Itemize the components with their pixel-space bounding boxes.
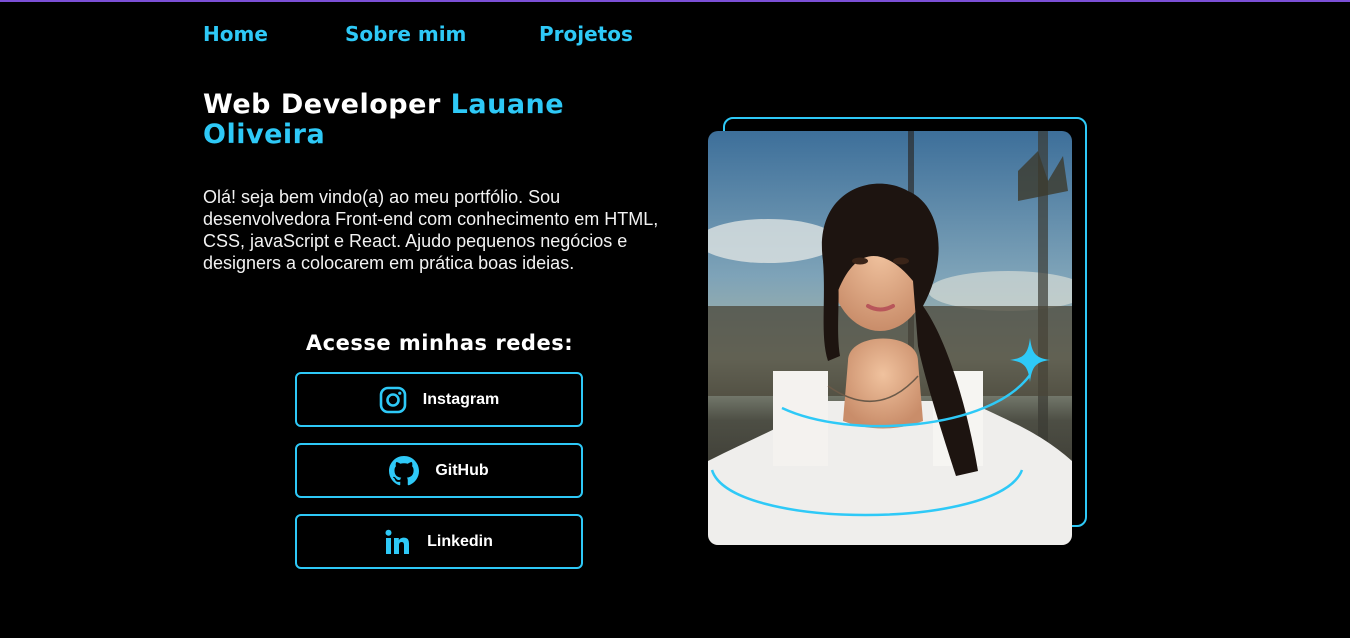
title-prefix: Web Developer xyxy=(203,89,441,120)
socials-heading: Acesse minhas redes: xyxy=(305,331,574,355)
linkedin-icon xyxy=(385,529,411,555)
github-button[interactable]: GitHub xyxy=(295,443,583,498)
instagram-icon xyxy=(379,386,407,414)
top-accent-bar xyxy=(0,0,1350,2)
linkedin-label: Linkedin xyxy=(427,532,493,550)
nav-projects-link[interactable]: Projetos xyxy=(539,22,633,46)
nav-home-link[interactable]: Home xyxy=(203,22,345,46)
page-title: Web Developer Lauane Oliveira xyxy=(203,90,673,150)
instagram-button[interactable]: Instagram xyxy=(295,372,583,427)
github-label: GitHub xyxy=(435,461,489,479)
profile-photo xyxy=(708,131,1072,545)
instagram-label: Instagram xyxy=(422,390,500,408)
intro-text: Olá! seja bem vindo(a) ao meu portfólio.… xyxy=(203,187,659,273)
main-nav: Home Sobre mim Projetos xyxy=(203,22,633,46)
linkedin-button[interactable]: Linkedin xyxy=(295,514,583,569)
nav-about-link[interactable]: Sobre mim xyxy=(345,22,539,46)
github-icon xyxy=(389,455,420,486)
